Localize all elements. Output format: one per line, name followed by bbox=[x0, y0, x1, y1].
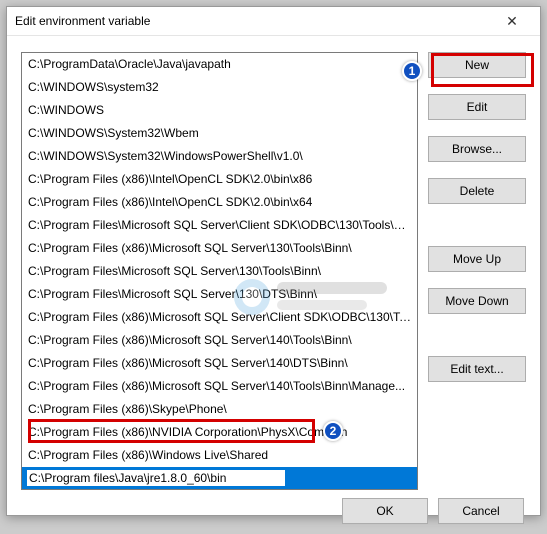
window-title: Edit environment variable bbox=[15, 14, 492, 28]
list-item[interactable]: C:\Program Files (x86)\NVIDIA Corporatio… bbox=[22, 421, 417, 444]
list-item-selected[interactable] bbox=[22, 467, 417, 489]
list-item[interactable]: C:\WINDOWS\System32\WindowsPowerShell\v1… bbox=[22, 145, 417, 168]
cancel-button[interactable]: Cancel bbox=[438, 498, 524, 524]
path-listbox[interactable]: C:\ProgramData\Oracle\Java\javapath C:\W… bbox=[21, 52, 418, 490]
browse-button[interactable]: Browse... bbox=[428, 136, 526, 162]
close-icon[interactable]: ✕ bbox=[492, 7, 532, 35]
new-button[interactable]: New bbox=[428, 52, 526, 78]
path-edit-input[interactable] bbox=[26, 469, 286, 487]
delete-button[interactable]: Delete bbox=[428, 178, 526, 204]
bottom-bar: OK Cancel bbox=[7, 498, 540, 534]
button-sidebar: New Edit Browse... Delete Move Up Move D… bbox=[428, 52, 526, 490]
content-area: C:\ProgramData\Oracle\Java\javapath C:\W… bbox=[7, 36, 540, 498]
list-item[interactable]: C:\WINDOWS\system32 bbox=[22, 76, 417, 99]
list-item[interactable]: C:\Program Files (x86)\Microsoft SQL Ser… bbox=[22, 375, 417, 398]
list-item[interactable]: C:\Program Files\Microsoft SQL Server\13… bbox=[22, 283, 417, 306]
edit-button[interactable]: Edit bbox=[428, 94, 526, 120]
move-up-button[interactable]: Move Up bbox=[428, 246, 526, 272]
list-item[interactable]: C:\Program Files (x86)\Microsoft SQL Ser… bbox=[22, 237, 417, 260]
list-item[interactable]: C:\Program Files (x86)\Microsoft SQL Ser… bbox=[22, 306, 417, 329]
list-item[interactable]: C:\Program Files (x86)\Microsoft SQL Ser… bbox=[22, 329, 417, 352]
list-item[interactable]: C:\Program Files (x86)\Skype\Phone\ bbox=[22, 398, 417, 421]
ok-button[interactable]: OK bbox=[342, 498, 428, 524]
list-item[interactable]: C:\Program Files (x86)\Microsoft SQL Ser… bbox=[22, 352, 417, 375]
list-item[interactable]: C:\Program Files\Microsoft SQL Server\Cl… bbox=[22, 214, 417, 237]
list-item[interactable]: C:\WINDOWS\System32\Wbem bbox=[22, 122, 417, 145]
list-item[interactable]: C:\Program Files (x86)\Windows Live\Shar… bbox=[22, 444, 417, 467]
list-item[interactable]: C:\Program Files\Microsoft SQL Server\13… bbox=[22, 260, 417, 283]
titlebar: Edit environment variable ✕ bbox=[7, 7, 540, 36]
list-item[interactable]: C:\ProgramData\Oracle\Java\javapath bbox=[22, 53, 417, 76]
move-down-button[interactable]: Move Down bbox=[428, 288, 526, 314]
edit-text-button[interactable]: Edit text... bbox=[428, 356, 526, 382]
list-item[interactable]: C:\Program Files (x86)\Intel\OpenCL SDK\… bbox=[22, 191, 417, 214]
listbox-inner: C:\ProgramData\Oracle\Java\javapath C:\W… bbox=[22, 53, 417, 489]
list-item[interactable]: C:\Program Files (x86)\Intel\OpenCL SDK\… bbox=[22, 168, 417, 191]
dialog-window: Edit environment variable ✕ C:\ProgramDa… bbox=[6, 6, 541, 516]
list-item[interactable]: C:\WINDOWS bbox=[22, 99, 417, 122]
